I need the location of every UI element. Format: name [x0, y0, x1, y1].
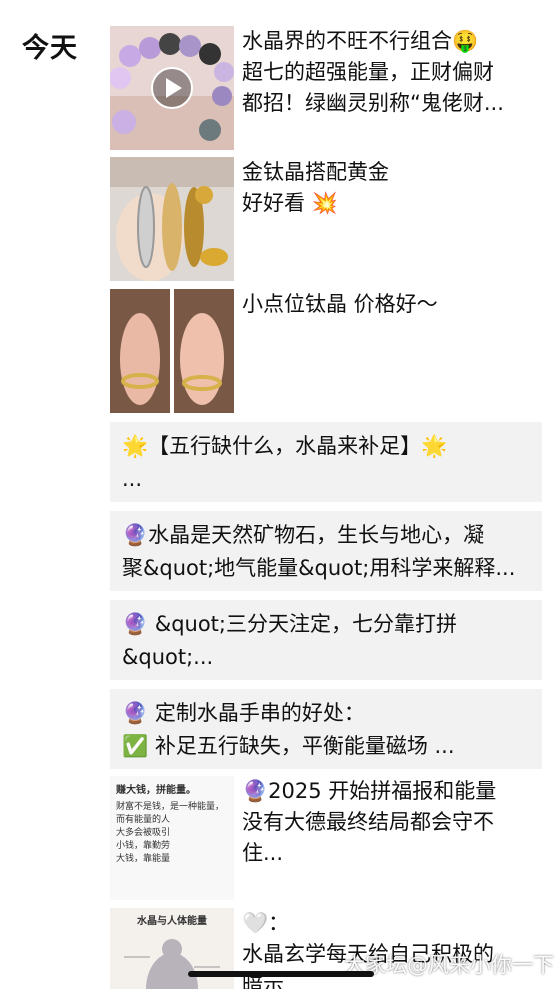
- post-line: &quot;...: [122, 645, 214, 669]
- post-thumbnail[interactable]: [110, 289, 234, 413]
- thumb-line: 财富不是钱，是一种能量，: [116, 802, 225, 812]
- post-line: 金钛晶搭配黄金: [242, 160, 389, 184]
- post-line: 🌟【五行缺什么，水晶来补足】🌟: [122, 434, 448, 458]
- post-thumbnail[interactable]: [110, 26, 234, 150]
- moments-page: 今天 水晶界的不旺不行组合🤑 超七的超强能量，正财偏财 都招！绿幽灵别称“鬼佬财…: [0, 0, 560, 989]
- post-line: 超七的超强能量，正财偏财: [242, 60, 494, 84]
- post-thumbnail[interactable]: 赚大钱，拼能量。 财富不是钱，是一种能量， 而有能量的人 大多会被吸引 小钱，靠…: [110, 776, 234, 900]
- text-post[interactable]: 🌟【五行缺什么，水晶来补足】🌟 ...: [110, 422, 542, 502]
- post-line: 🔮2025 开始拼福报和能量: [242, 779, 497, 803]
- day-label: 今天: [22, 33, 78, 64]
- post-line: 🤍：: [242, 911, 290, 935]
- post-thumbnail[interactable]: [110, 157, 234, 281]
- post-line: 住...: [242, 841, 284, 865]
- thumb-line: 而有能量的人: [116, 815, 171, 825]
- thumb-title: 赚大钱，拼能量。: [116, 785, 196, 796]
- text-post[interactable]: 🔮 &quot;三分天注定，七分靠打拼 &quot;...: [110, 600, 542, 680]
- thumb-line: 小钱，靠勤劳: [116, 841, 171, 851]
- text-post[interactable]: 🔮水晶是天然矿物石，生长与地心，凝 聚&quot;地气能量&quot;用科学来解…: [110, 511, 542, 591]
- post-line: 🔮水晶是天然矿物石，生长与地心，凝: [122, 523, 485, 547]
- post-image[interactable]: 小点位钛晶 价格好～: [110, 289, 542, 413]
- post-line: 好好看 💥: [242, 191, 338, 215]
- post-line: 小点位钛晶 价格好～: [242, 292, 438, 316]
- post-line: ✅ 补足五行缺失，平衡能量磁场 ...: [122, 734, 455, 758]
- home-indicator[interactable]: [188, 971, 374, 977]
- post-image[interactable]: 金钛晶搭配黄金 好好看 💥: [110, 157, 542, 281]
- post-line: 没有大德最终结局都会守不: [242, 810, 494, 834]
- hands-bracelets-image: [110, 289, 234, 413]
- watermark: 大家坛@风来小你一下: [344, 953, 554, 977]
- post-line: 水晶界的不旺不行组合🤑: [242, 29, 479, 53]
- body-figure-image: [124, 939, 220, 989]
- thumb-line: 大多会被吸引: [116, 828, 171, 838]
- post-line: 🔮 &quot;三分天注定，七分靠打拼: [122, 612, 457, 636]
- post-line: 都招！绿幽灵别称“鬼佬财...: [242, 91, 504, 115]
- post-line: 🔮 定制水晶手串的好处：: [122, 701, 365, 725]
- text-post[interactable]: 🔮 定制水晶手串的好处： ✅ 补足五行缺失，平衡能量磁场 ...: [110, 689, 542, 769]
- gold-bracelets-image: [110, 157, 234, 281]
- thumb-line: 大钱，靠能量: [116, 854, 171, 864]
- post-line: ...: [122, 467, 143, 491]
- post-video[interactable]: 水晶界的不旺不行组合🤑 超七的超强能量，正财偏财 都招！绿幽灵别称“鬼佬财...: [110, 26, 542, 150]
- crystal-bracelet-image: [110, 26, 234, 150]
- thumb-title: 水晶与人体能量: [137, 916, 207, 927]
- post-image[interactable]: 赚大钱，拼能量。 财富不是钱，是一种能量， 而有能量的人 大多会被吸引 小钱，靠…: [110, 776, 542, 900]
- post-line: 聚&quot;地气能量&quot;用科学来解释...: [122, 556, 516, 580]
